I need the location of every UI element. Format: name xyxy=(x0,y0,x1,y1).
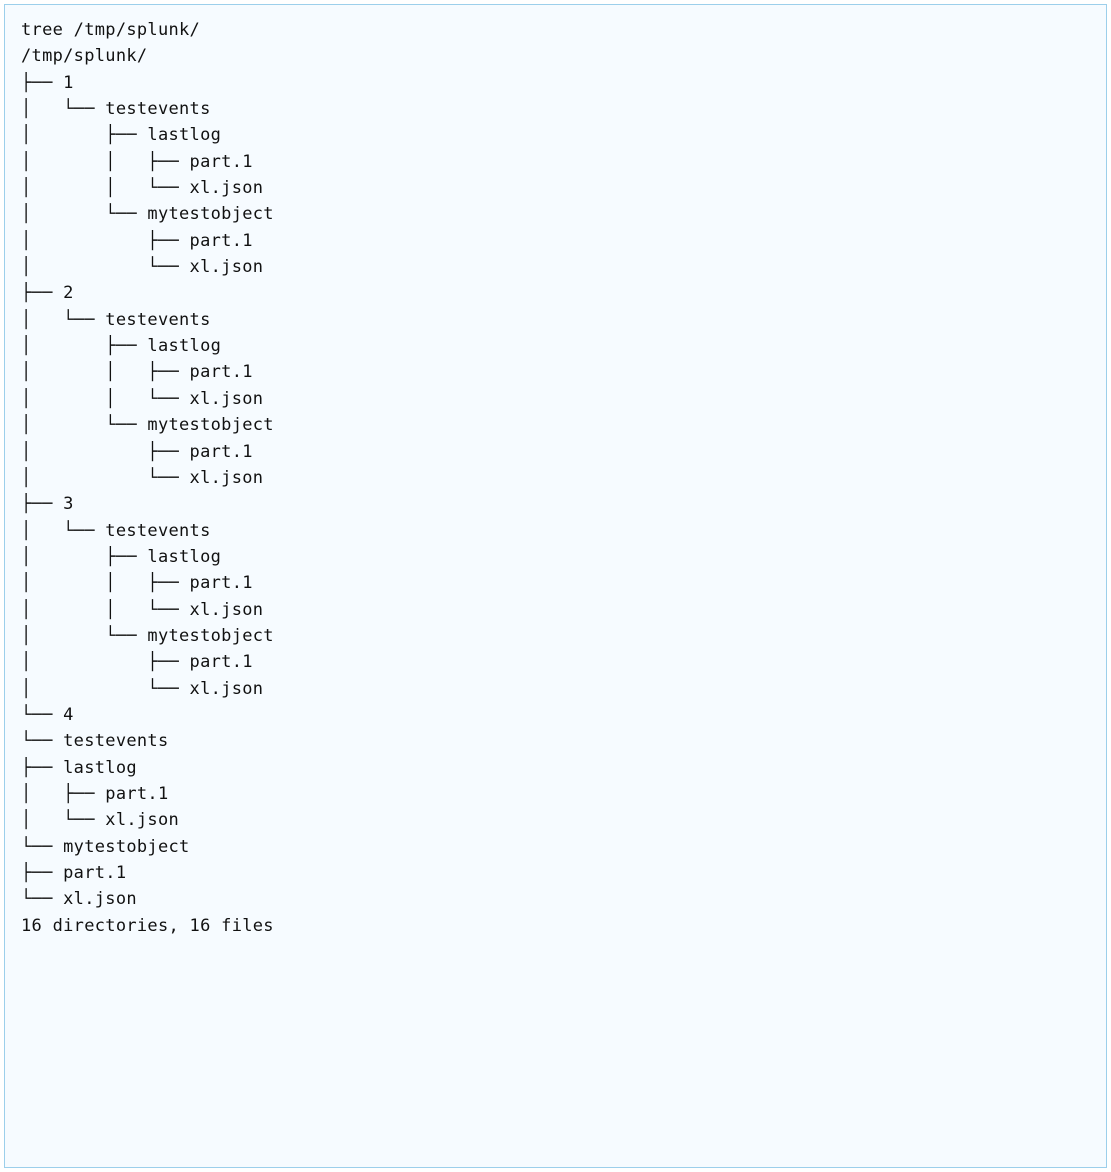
tree-line: ├── part.1 xyxy=(21,863,126,883)
tree-line: │ ├── lastlog xyxy=(21,547,221,567)
tree-line: │ └── xl.json xyxy=(21,810,179,830)
tree-line: │ ├── part.1 xyxy=(21,231,253,251)
tree-line: │ └── mytestobject xyxy=(21,626,274,646)
tree-line: │ │ ├── part.1 xyxy=(21,362,253,382)
terminal-output: tree /tmp/splunk/ /tmp/splunk/ ├── 1 │ └… xyxy=(4,4,1107,1168)
tree-line: │ ├── lastlog xyxy=(21,336,221,356)
command-line: tree /tmp/splunk/ xyxy=(21,20,200,40)
tree-line: │ ├── part.1 xyxy=(21,442,253,462)
tree-line: │ │ ├── part.1 xyxy=(21,152,253,172)
tree-line: │ │ ├── part.1 xyxy=(21,573,253,593)
tree-line: │ ├── lastlog xyxy=(21,125,221,145)
tree-line: │ └── xl.json xyxy=(21,679,263,699)
tree-line: │ │ └── xl.json xyxy=(21,178,263,198)
tree-line: │ └── mytestobject xyxy=(21,204,274,224)
tree-line: │ └── testevents xyxy=(21,521,211,541)
tree-summary: 16 directories, 16 files xyxy=(21,916,274,936)
tree-line: │ └── xl.json xyxy=(21,468,263,488)
tree-line: └── 4 xyxy=(21,705,74,725)
tree-line: │ └── mytestobject xyxy=(21,415,274,435)
tree-line: │ ├── part.1 xyxy=(21,784,169,804)
tree-line: └── mytestobject xyxy=(21,837,190,857)
tree-line: │ └── testevents xyxy=(21,99,211,119)
tree-line: │ │ └── xl.json xyxy=(21,600,263,620)
tree-line: ├── lastlog xyxy=(21,758,137,778)
tree-line: │ ├── part.1 xyxy=(21,652,253,672)
tree-root-path: /tmp/splunk/ xyxy=(21,46,147,66)
tree-line: ├── 1 xyxy=(21,73,74,93)
tree-line: │ └── xl.json xyxy=(21,257,263,277)
tree-line: ├── 3 xyxy=(21,494,74,514)
tree-line: ├── 2 xyxy=(21,283,74,303)
tree-line: └── testevents xyxy=(21,731,169,751)
tree-line: │ └── testevents xyxy=(21,310,211,330)
tree-line: └── xl.json xyxy=(21,889,137,909)
tree-line: │ │ └── xl.json xyxy=(21,389,263,409)
